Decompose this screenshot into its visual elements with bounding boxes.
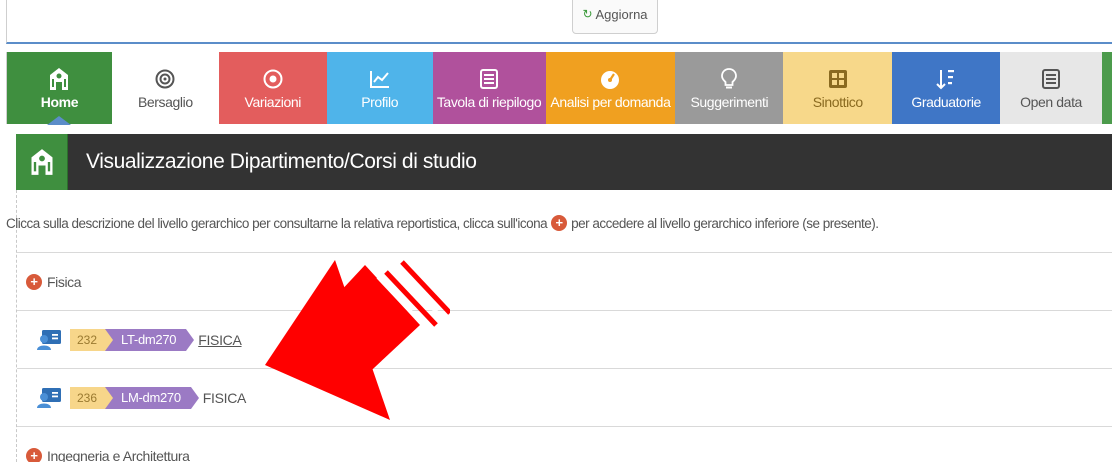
- expand-icon[interactable]: +: [26, 273, 42, 290]
- tab-open-data-label: Open data: [1020, 94, 1082, 110]
- tab-variazioni[interactable]: Variazioni: [218, 52, 327, 124]
- building-icon: [16, 134, 68, 190]
- tab-tavola-label: Tavola di riepilogo: [436, 94, 542, 110]
- users-icon: [36, 329, 62, 350]
- tree-row-department[interactable]: + Fisica: [17, 252, 1112, 310]
- arrow-stripe: [400, 260, 450, 315]
- users-icon: [36, 387, 62, 408]
- tab-graduatorie-label: Graduatorie: [911, 94, 981, 110]
- department-name[interactable]: Ingegneria e Architettura: [47, 448, 190, 462]
- sort-icon: [936, 66, 956, 92]
- record-icon: [263, 66, 283, 92]
- tab-bersaglio-label: Bersaglio: [137, 94, 193, 110]
- department-name[interactable]: Fisica: [47, 274, 82, 290]
- building-icon: [48, 66, 70, 92]
- refresh-button[interactable]: ↻ Aggiorna: [572, 0, 658, 34]
- tab-profilo[interactable]: Profilo: [326, 52, 433, 124]
- refresh-label: Aggiorna: [595, 6, 648, 22]
- list-icon: [480, 66, 499, 92]
- tab-tavola-di-riepilogo[interactable]: Tavola di riepilogo: [432, 52, 546, 124]
- page-title: Visualizzazione Dipartimento/Corsi di st…: [86, 150, 477, 173]
- course-name-link[interactable]: FISICA: [198, 332, 242, 348]
- refresh-icon: ↻: [582, 7, 593, 21]
- course-class-badge: LM-dm270: [105, 386, 199, 409]
- tab-overflow[interactable]: [1102, 52, 1112, 124]
- tab-graduatorie[interactable]: Graduatorie: [892, 52, 1001, 124]
- gauge-icon: [599, 66, 621, 92]
- tab-home[interactable]: Home: [7, 52, 112, 125]
- tab-bersaglio[interactable]: Bersaglio: [111, 52, 219, 124]
- course-code-badge: 232: [70, 328, 114, 351]
- target-icon: [155, 66, 175, 92]
- tab-suggerimenti[interactable]: Suggerimenti: [675, 52, 784, 124]
- tab-variazioni-label: Variazioni: [244, 94, 302, 110]
- expand-icon[interactable]: +: [26, 447, 42, 462]
- tab-home-label: Home: [40, 94, 79, 110]
- tab-analisi-label: Analisi per domanda: [550, 94, 671, 110]
- tab-open-data[interactable]: Open data: [1000, 52, 1103, 124]
- tree-row-course[interactable]: 236 LM-dm270 FISICA: [17, 368, 1112, 426]
- tab-sinottico-label: Sinottico: [812, 94, 864, 110]
- instructions-before: Clicca sulla descrizione del livello ger…: [6, 215, 548, 231]
- main-nav: Home Bersaglio Variazioni Profilo Tavola…: [6, 52, 1112, 125]
- tab-suggerimenti-label: Suggerimenti: [690, 94, 769, 110]
- top-toolbar: ↻ Aggiorna: [6, 0, 1112, 44]
- tab-profilo-label: Profilo: [361, 94, 399, 110]
- grid-icon: [828, 66, 848, 92]
- instructions-text: Clicca sulla descrizione del livello ger…: [6, 215, 879, 231]
- list-icon: [1042, 66, 1061, 92]
- annotation-arrow: [265, 260, 450, 420]
- tree-row-course[interactable]: 232 LT-dm270 FISICA: [17, 310, 1112, 368]
- section-header: Visualizzazione Dipartimento/Corsi di st…: [16, 134, 1112, 190]
- course-code-badge: 236: [70, 386, 114, 409]
- line-chart-icon: [369, 66, 391, 92]
- tab-analisi-per-domanda[interactable]: Analisi per domanda: [545, 52, 676, 124]
- lightbulb-icon: [721, 66, 738, 92]
- tree-row-department[interactable]: + Ingegneria e Architettura: [17, 426, 1112, 462]
- course-name-link[interactable]: FISICA: [203, 390, 247, 406]
- course-class-badge: LT-dm270: [105, 328, 195, 351]
- instructions-after: per accedere al livello gerarchico infer…: [571, 215, 879, 231]
- tab-sinottico[interactable]: Sinottico: [783, 52, 893, 124]
- expand-icon: +: [551, 215, 568, 231]
